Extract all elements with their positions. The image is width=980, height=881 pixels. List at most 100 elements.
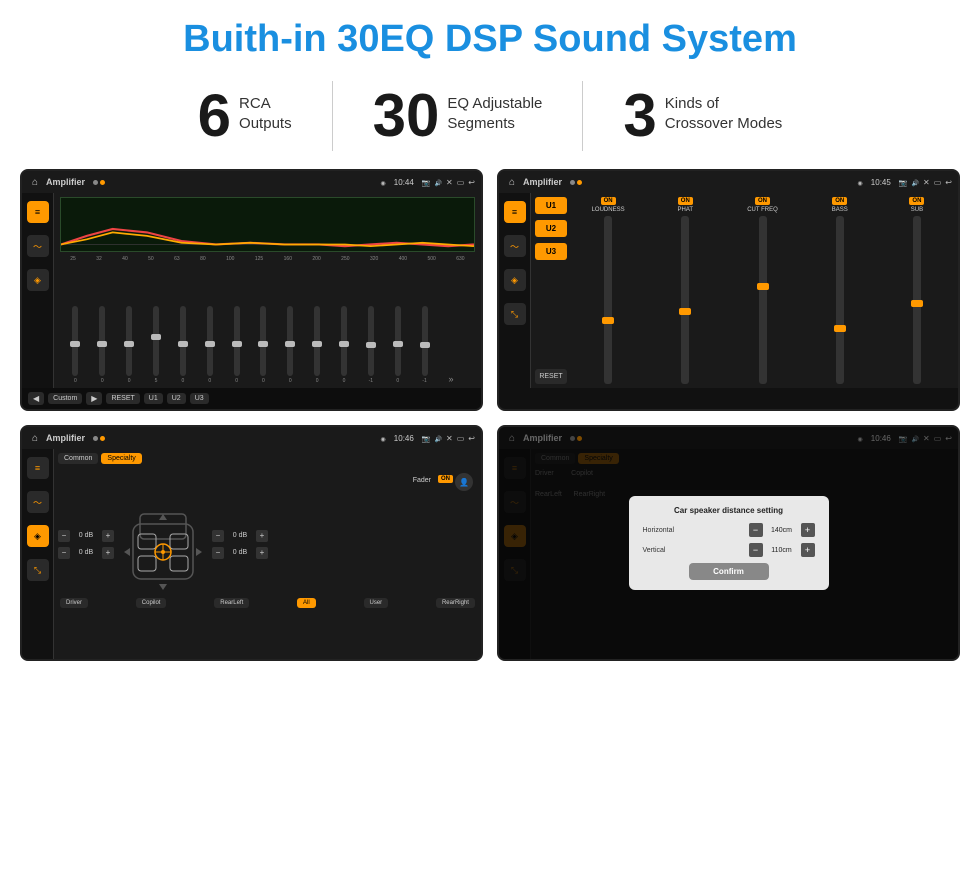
back-icon[interactable]	[468, 178, 475, 187]
amp-sidebar-expand-icon[interactable]: ⤡	[504, 303, 526, 325]
rear-left-btn[interactable]: RearLeft	[214, 598, 249, 608]
amp-window-icon[interactable]	[934, 178, 942, 187]
u1-btn[interactable]: U1	[144, 393, 163, 404]
fader-sidebar-eq-icon[interactable]: ≡	[27, 457, 49, 479]
fader-close-icon[interactable]	[446, 434, 453, 443]
fader-minus-1[interactable]: −	[58, 530, 70, 542]
sidebar-wave-icon[interactable]: 〜	[27, 235, 49, 257]
amp-screen: Amplifier 10:45 ≡ 〜 ◈ ⤡ U1	[497, 169, 960, 411]
u3-preset-btn[interactable]: U3	[535, 243, 567, 260]
horizontal-value: 140cm	[766, 527, 798, 534]
stats-row: 6 RCAOutputs 30 EQ AdjustableSegments 3 …	[0, 73, 980, 163]
phat-on[interactable]: ON	[678, 197, 693, 205]
fader-on-badge[interactable]: ON	[438, 475, 453, 483]
phat-slider[interactable]	[681, 216, 689, 384]
cutfreq-on[interactable]: ON	[755, 197, 770, 205]
u3-btn[interactable]: U3	[190, 393, 209, 404]
u1-preset-btn[interactable]: U1	[535, 197, 567, 214]
fader-person-icon[interactable]: 👤	[455, 473, 473, 491]
fader-dot2	[100, 436, 105, 441]
horizontal-minus-btn[interactable]: −	[749, 523, 763, 537]
next-btn[interactable]: ▶	[86, 392, 102, 405]
amp-sidebar: ≡ 〜 ◈ ⤡	[499, 193, 531, 388]
reset-btn[interactable]: RESET	[106, 393, 139, 404]
phat-label: PHAT	[678, 207, 694, 213]
fader-plus-4[interactable]: +	[256, 547, 268, 559]
fader-time: 10:46	[394, 434, 414, 443]
window-icon[interactable]	[457, 178, 465, 187]
driver-btn[interactable]: Driver	[60, 598, 88, 608]
fader-title: Amplifier	[46, 433, 85, 443]
fader-plus-2[interactable]: +	[102, 547, 114, 559]
prev-btn[interactable]: ◀	[28, 392, 44, 405]
stat-number-eq: 30	[373, 86, 440, 146]
horizontal-label: Horizontal	[643, 527, 698, 534]
vertical-minus-btn[interactable]: −	[749, 543, 763, 557]
more-icon[interactable]: »	[448, 374, 462, 384]
stat-crossover: 3 Kinds ofCrossover Modes	[583, 86, 822, 146]
vertical-plus-btn[interactable]: +	[801, 543, 815, 557]
car-diagram-svg	[118, 494, 208, 594]
fader-dots	[93, 436, 377, 441]
amp-gps-icon	[858, 178, 863, 187]
home-icon[interactable]	[28, 175, 42, 189]
amp-back-icon[interactable]	[945, 178, 952, 187]
custom-btn[interactable]: Custom	[48, 393, 82, 404]
fader-minus-4[interactable]: −	[212, 547, 224, 559]
fader-plus-3[interactable]: +	[256, 530, 268, 542]
slider-3: 0	[126, 306, 132, 384]
fader-window-icon[interactable]	[457, 434, 465, 443]
sidebar-eq-icon[interactable]: ≡	[27, 201, 49, 223]
fader-main-area: Common Specialty Fader ON 👤 − 0 dB +	[54, 449, 481, 659]
copilot-btn[interactable]: Copilot	[136, 598, 167, 608]
specialty-tab[interactable]: Specialty	[101, 453, 141, 464]
cutfreq-slider[interactable]	[759, 216, 767, 384]
close-icon[interactable]	[446, 178, 453, 187]
fader-home-icon[interactable]	[28, 431, 42, 445]
amp-sidebar-speaker-icon[interactable]: ◈	[504, 269, 526, 291]
all-btn[interactable]: All	[297, 598, 316, 608]
sub-on[interactable]: ON	[909, 197, 924, 205]
slider-2: 0	[99, 306, 105, 384]
sub-slider[interactable]	[913, 216, 921, 384]
user-btn[interactable]: User	[364, 598, 389, 608]
dot2	[100, 180, 105, 185]
bass-slider[interactable]	[836, 216, 844, 384]
horizontal-controls: − 140cm +	[749, 523, 815, 537]
amp-close-icon[interactable]	[923, 178, 930, 187]
fader-db-row-4: − 0 dB +	[212, 547, 268, 559]
amp-presets: U1 U2 U3 RESET	[535, 197, 567, 384]
amp-sidebar-wave-icon[interactable]: 〜	[504, 235, 526, 257]
slider-6: 0	[207, 306, 213, 384]
amp-topbar: Amplifier 10:45	[499, 171, 958, 193]
eq-main-area: 253240 506380 100125160 200250320 400500…	[54, 193, 481, 388]
fader-minus-3[interactable]: −	[212, 530, 224, 542]
amp-sidebar-eq-icon[interactable]: ≡	[504, 201, 526, 223]
fader-sidebar-speaker-icon[interactable]: ◈	[27, 525, 49, 547]
cutfreq-label: CUT FREQ	[747, 207, 778, 213]
confirm-button[interactable]: Confirm	[689, 563, 769, 580]
volume-icon	[435, 178, 442, 187]
rear-right-btn[interactable]: RearRight	[436, 598, 475, 608]
sidebar-speaker-icon[interactable]: ◈	[27, 269, 49, 291]
fader-back-icon[interactable]	[468, 434, 475, 443]
u2-preset-btn[interactable]: U2	[535, 220, 567, 237]
eq-graph	[60, 197, 475, 252]
fader-plus-1[interactable]: +	[102, 530, 114, 542]
fader-sidebar-expand-icon[interactable]: ⤡	[27, 559, 49, 581]
amp-reset-btn[interactable]: RESET	[535, 369, 567, 384]
slider-9: 0	[287, 306, 293, 384]
amp-volume-icon	[912, 178, 919, 187]
fader-screen: Amplifier 10:46 ≡ 〜 ◈ ⤡ Common	[20, 425, 483, 661]
horizontal-plus-btn[interactable]: +	[801, 523, 815, 537]
fader-minus-2[interactable]: −	[58, 547, 70, 559]
fader-sidebar-wave-icon[interactable]: 〜	[27, 491, 49, 513]
loudness-slider[interactable]	[604, 216, 612, 384]
amp-home-icon[interactable]	[505, 175, 519, 189]
eq-bottom-bar: ◀ Custom ▶ RESET U1 U2 U3	[22, 388, 481, 409]
common-tab[interactable]: Common	[58, 453, 98, 464]
bass-on[interactable]: ON	[832, 197, 847, 205]
u2-btn[interactable]: U2	[167, 393, 186, 404]
dialog-horizontal-row: Horizontal − 140cm +	[643, 523, 815, 537]
loudness-on[interactable]: ON	[601, 197, 616, 205]
